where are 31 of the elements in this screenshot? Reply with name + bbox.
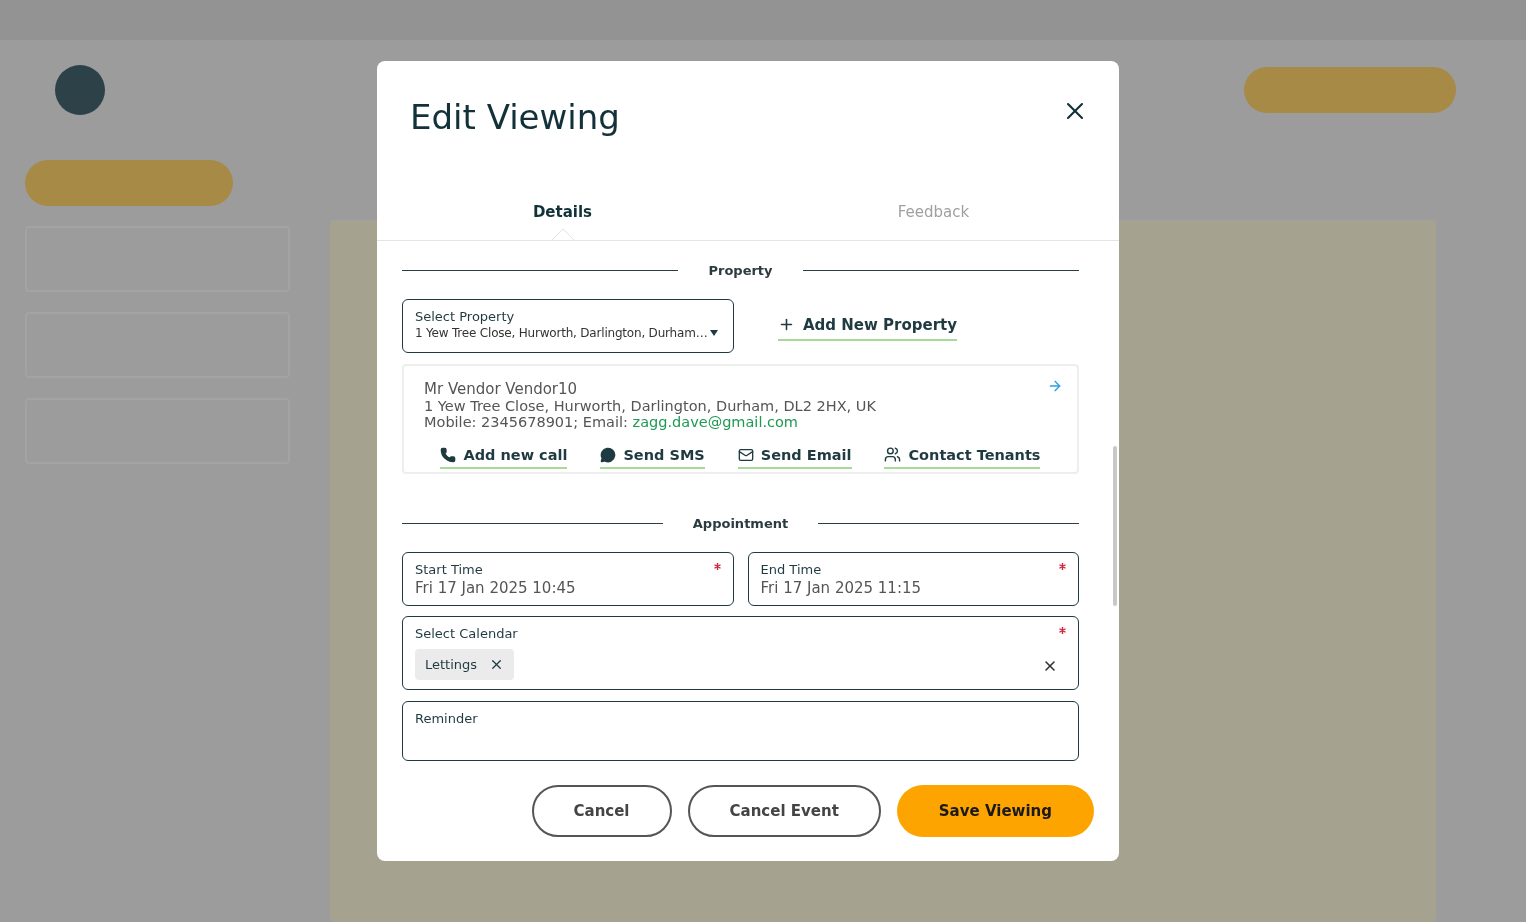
scrollbar-thumb[interactable] <box>1113 446 1117 606</box>
contact-action-button[interactable]: Send Email <box>737 446 852 469</box>
contact-action-button[interactable]: Contact Tenants <box>884 446 1041 469</box>
contact-action-button[interactable]: Add new call <box>440 446 568 469</box>
section-heading: Property <box>707 263 774 278</box>
contact-details: Mobile: 2345678901; Email: zagg.dave@gmail.com <box>424 414 799 430</box>
email-link[interactable]: zagg.dave@gmail.com <box>632 414 798 430</box>
contact-address: 1 Yew Tree Close, Hurworth, Darlington, Durham, DL2 2HX, UK <box>424 398 877 414</box>
contact-action-button[interactable]: Send SMS <box>600 446 705 469</box>
cancel-button[interactable]: Cancel Event <box>687 785 881 837</box>
contact-name: Mr Vendor Vendor10 <box>424 380 578 398</box>
chat-bubble-icon <box>600 446 617 463</box>
clear-icon[interactable] <box>1042 658 1058 674</box>
envelope-icon <box>737 446 754 463</box>
tab[interactable]: Details <box>377 171 748 240</box>
cancel-button[interactable]: Cancel <box>531 785 672 837</box>
time-field[interactable]: Start Time Fri 17 Jan 2025 10:45 <box>402 552 734 606</box>
property-select[interactable]: Select Property 1 Yew Tree Close, Hurworth, Darlington, Durham… <box>402 299 734 353</box>
people-icon <box>884 446 902 463</box>
time-field[interactable]: End Time Fri 17 Jan 2025 11:15 <box>747 552 1079 606</box>
dropdown-caret-icon <box>710 330 719 336</box>
dialog-title: Edit Viewing <box>410 97 620 137</box>
plus-icon <box>778 316 795 333</box>
arrow-right-icon[interactable] <box>1047 378 1063 394</box>
phone-icon <box>440 446 457 463</box>
calendar-select[interactable]: Select Calendar Lettings <box>402 616 1079 690</box>
save-button[interactable]: Save Viewing <box>896 785 1094 837</box>
reminder-select[interactable]: Reminder <box>402 701 1079 761</box>
section-heading: Appointment <box>691 516 790 531</box>
add-property-button[interactable]: Add New Property <box>778 311 958 341</box>
calendar-tag: Lettings <box>415 649 515 680</box>
